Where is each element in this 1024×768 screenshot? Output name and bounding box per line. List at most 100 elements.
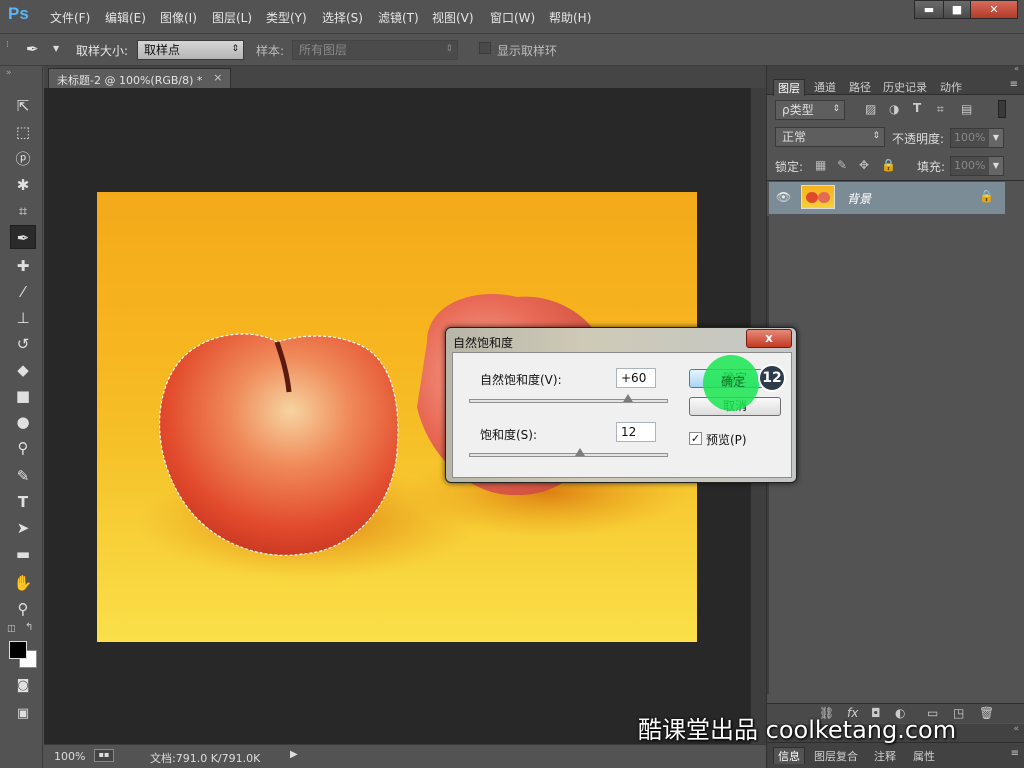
history-brush-icon[interactable]: ↺	[10, 332, 36, 356]
default-colors-icon[interactable]: ◫	[7, 624, 16, 634]
sample-size-value: 取样点	[144, 43, 181, 57]
lock-pixels-icon[interactable]: ✎	[837, 158, 847, 172]
gradient-icon[interactable]: ■	[10, 384, 36, 408]
lock-transparent-icon[interactable]: ▦	[815, 158, 826, 172]
lock-all-icon[interactable]: 🔒	[881, 158, 896, 172]
sample-value: 所有图层	[299, 43, 348, 57]
vibrance-slider-thumb[interactable]	[622, 394, 633, 402]
status-info-icon[interactable]: ▪▪	[94, 749, 114, 762]
menu-filter[interactable]: 滤镜(T)	[378, 9, 419, 26]
vibrance-label: 自然饱和度(V):	[480, 373, 562, 387]
layer-lock-icon[interactable]: 🔒	[979, 189, 994, 203]
menu-edit[interactable]: 编辑(E)	[105, 9, 146, 26]
lock-position-icon[interactable]: ✥	[859, 158, 869, 172]
document-tab[interactable]: 未标题-2 @ 100%(RGB/8) * ×	[48, 68, 232, 88]
panel-header-strip: «	[767, 64, 1024, 77]
adjust-filter-icon[interactable]: ◑	[889, 102, 899, 116]
vibrance-input[interactable]: +60	[616, 368, 656, 388]
menu-image[interactable]: 图像(I)	[160, 9, 197, 26]
vibrance-slider[interactable]	[469, 394, 668, 403]
maximize-button[interactable]: ■	[943, 0, 971, 19]
sample-size-select[interactable]: 取样点 ⇕	[137, 40, 244, 60]
quick-mask-icon[interactable]: ◙	[10, 674, 36, 698]
collapse-icon[interactable]: »	[6, 68, 12, 78]
tools-panel: » ⇱ ⬚ ⓟ ✱ ⌗ ✒ ✚ ⁄ ⊥ ↺ ◆ ■ ● ⚲ ✎ T ➤ ▬ ✋ …	[0, 66, 43, 768]
menu-file[interactable]: 文件(F)	[50, 9, 90, 26]
panel-menu-icon[interactable]: ≡	[1010, 79, 1018, 90]
chevron-down-icon[interactable]: ▼	[989, 129, 1003, 147]
dialog-close-button[interactable]: x	[746, 329, 792, 348]
menu-window[interactable]: 窗口(W)	[490, 9, 535, 26]
foreground-color-swatch[interactable]	[9, 641, 27, 659]
image-filter-icon[interactable]: ▨	[865, 102, 876, 116]
tab-properties[interactable]: 属性	[913, 748, 935, 764]
sample-select[interactable]: 所有图层 ⇕	[292, 40, 458, 60]
smart-filter-icon[interactable]: ▤	[961, 102, 972, 116]
crop-icon[interactable]: ⌗	[10, 199, 36, 223]
show-ring-checkbox[interactable]	[479, 42, 491, 54]
step-badge: 12	[758, 364, 786, 392]
rectangle-icon[interactable]: ▬	[10, 542, 36, 566]
tab-actions[interactable]: 动作	[940, 79, 962, 95]
blend-mode-select[interactable]: 正常 ⇕	[775, 127, 885, 147]
close-icon[interactable]: ×	[213, 71, 222, 84]
blur-icon[interactable]: ●	[10, 410, 36, 434]
collapse-icon[interactable]: «	[1014, 64, 1019, 73]
marquee-icon[interactable]: ⬚	[10, 120, 36, 144]
delete-layer-icon[interactable]: 🗑	[979, 706, 994, 720]
hand-icon[interactable]: ✋	[10, 571, 36, 595]
type-icon[interactable]: T	[10, 490, 36, 514]
play-right-icon[interactable]: ▶	[290, 749, 298, 760]
tab-layer-comps[interactable]: 图层复合	[814, 748, 858, 764]
eyedropper-preset-icon[interactable]: ✒	[26, 40, 39, 58]
saturation-slider-thumb[interactable]	[575, 448, 586, 456]
zoom-icon[interactable]: ⚲	[10, 597, 36, 621]
healing-icon[interactable]: ✚	[10, 254, 36, 278]
close-button[interactable]: ✕	[970, 0, 1018, 19]
filter-kind-select[interactable]: ρ类型 ⇕	[775, 100, 845, 120]
chevron-down-icon[interactable]: ▼	[53, 44, 59, 53]
shape-filter-icon[interactable]: ⌗	[937, 102, 944, 117]
dodge-icon[interactable]: ⚲	[10, 436, 36, 460]
eyedropper-icon[interactable]: ✒	[10, 225, 36, 249]
tab-history[interactable]: 历史记录	[883, 79, 927, 95]
bottom-tabs-row: 信息 图层复合 注释 属性 ≡	[767, 742, 1024, 768]
menu-select[interactable]: 选择(S)	[322, 9, 363, 26]
menu-help[interactable]: 帮助(H)	[549, 9, 591, 26]
menu-layer[interactable]: 图层(L)	[212, 9, 252, 26]
tab-info[interactable]: 信息	[773, 747, 805, 764]
chevron-down-icon[interactable]: ▼	[989, 157, 1003, 175]
menu-type[interactable]: 类型(Y)	[266, 9, 307, 26]
filter-toggle[interactable]	[998, 100, 1006, 118]
layer-name[interactable]: 背景	[847, 190, 871, 207]
visibility-eye-icon[interactable]: 👁	[776, 190, 791, 204]
pen-icon[interactable]: ✎	[10, 464, 36, 488]
lasso-icon[interactable]: ⓟ	[10, 147, 36, 171]
stamp-icon[interactable]: ⊥	[10, 306, 36, 330]
saturation-input[interactable]: 12	[616, 422, 656, 442]
zoom-level[interactable]: 100%	[54, 750, 85, 763]
path-select-icon[interactable]: ➤	[10, 516, 36, 540]
thumb-peach	[818, 192, 830, 203]
tab-notes[interactable]: 注释	[874, 748, 896, 764]
move-icon[interactable]: ⇱	[10, 94, 36, 118]
magic-wand-icon[interactable]: ✱	[10, 173, 36, 197]
opacity-input[interactable]: 100% ▼	[950, 128, 1004, 148]
tab-layers[interactable]: 图层	[773, 79, 805, 96]
swap-colors-icon[interactable]: ↰	[25, 622, 33, 633]
layer-row-background[interactable]: 👁 背景 🔒	[769, 182, 1005, 214]
tab-paths[interactable]: 路径	[849, 79, 871, 95]
status-bar: 100% ▪▪ 文档:791.0 K/791.0K ▶	[44, 744, 766, 768]
type-filter-icon[interactable]: T	[913, 101, 921, 115]
brush-icon[interactable]: ⁄	[10, 280, 36, 304]
fill-input[interactable]: 100% ▼	[950, 156, 1004, 176]
screen-mode-icon[interactable]: ▣	[10, 702, 36, 726]
collapse-icon[interactable]: «	[1013, 724, 1019, 734]
panel-menu-icon[interactable]: ≡	[1011, 748, 1019, 759]
saturation-slider[interactable]	[469, 448, 668, 457]
menu-view[interactable]: 视图(V)	[432, 9, 474, 26]
eraser-icon[interactable]: ◆	[10, 358, 36, 382]
tab-channels[interactable]: 通道	[814, 79, 836, 95]
minimize-button[interactable]: ▬	[914, 0, 944, 19]
preview-checkbox[interactable]: ✓	[689, 432, 702, 445]
